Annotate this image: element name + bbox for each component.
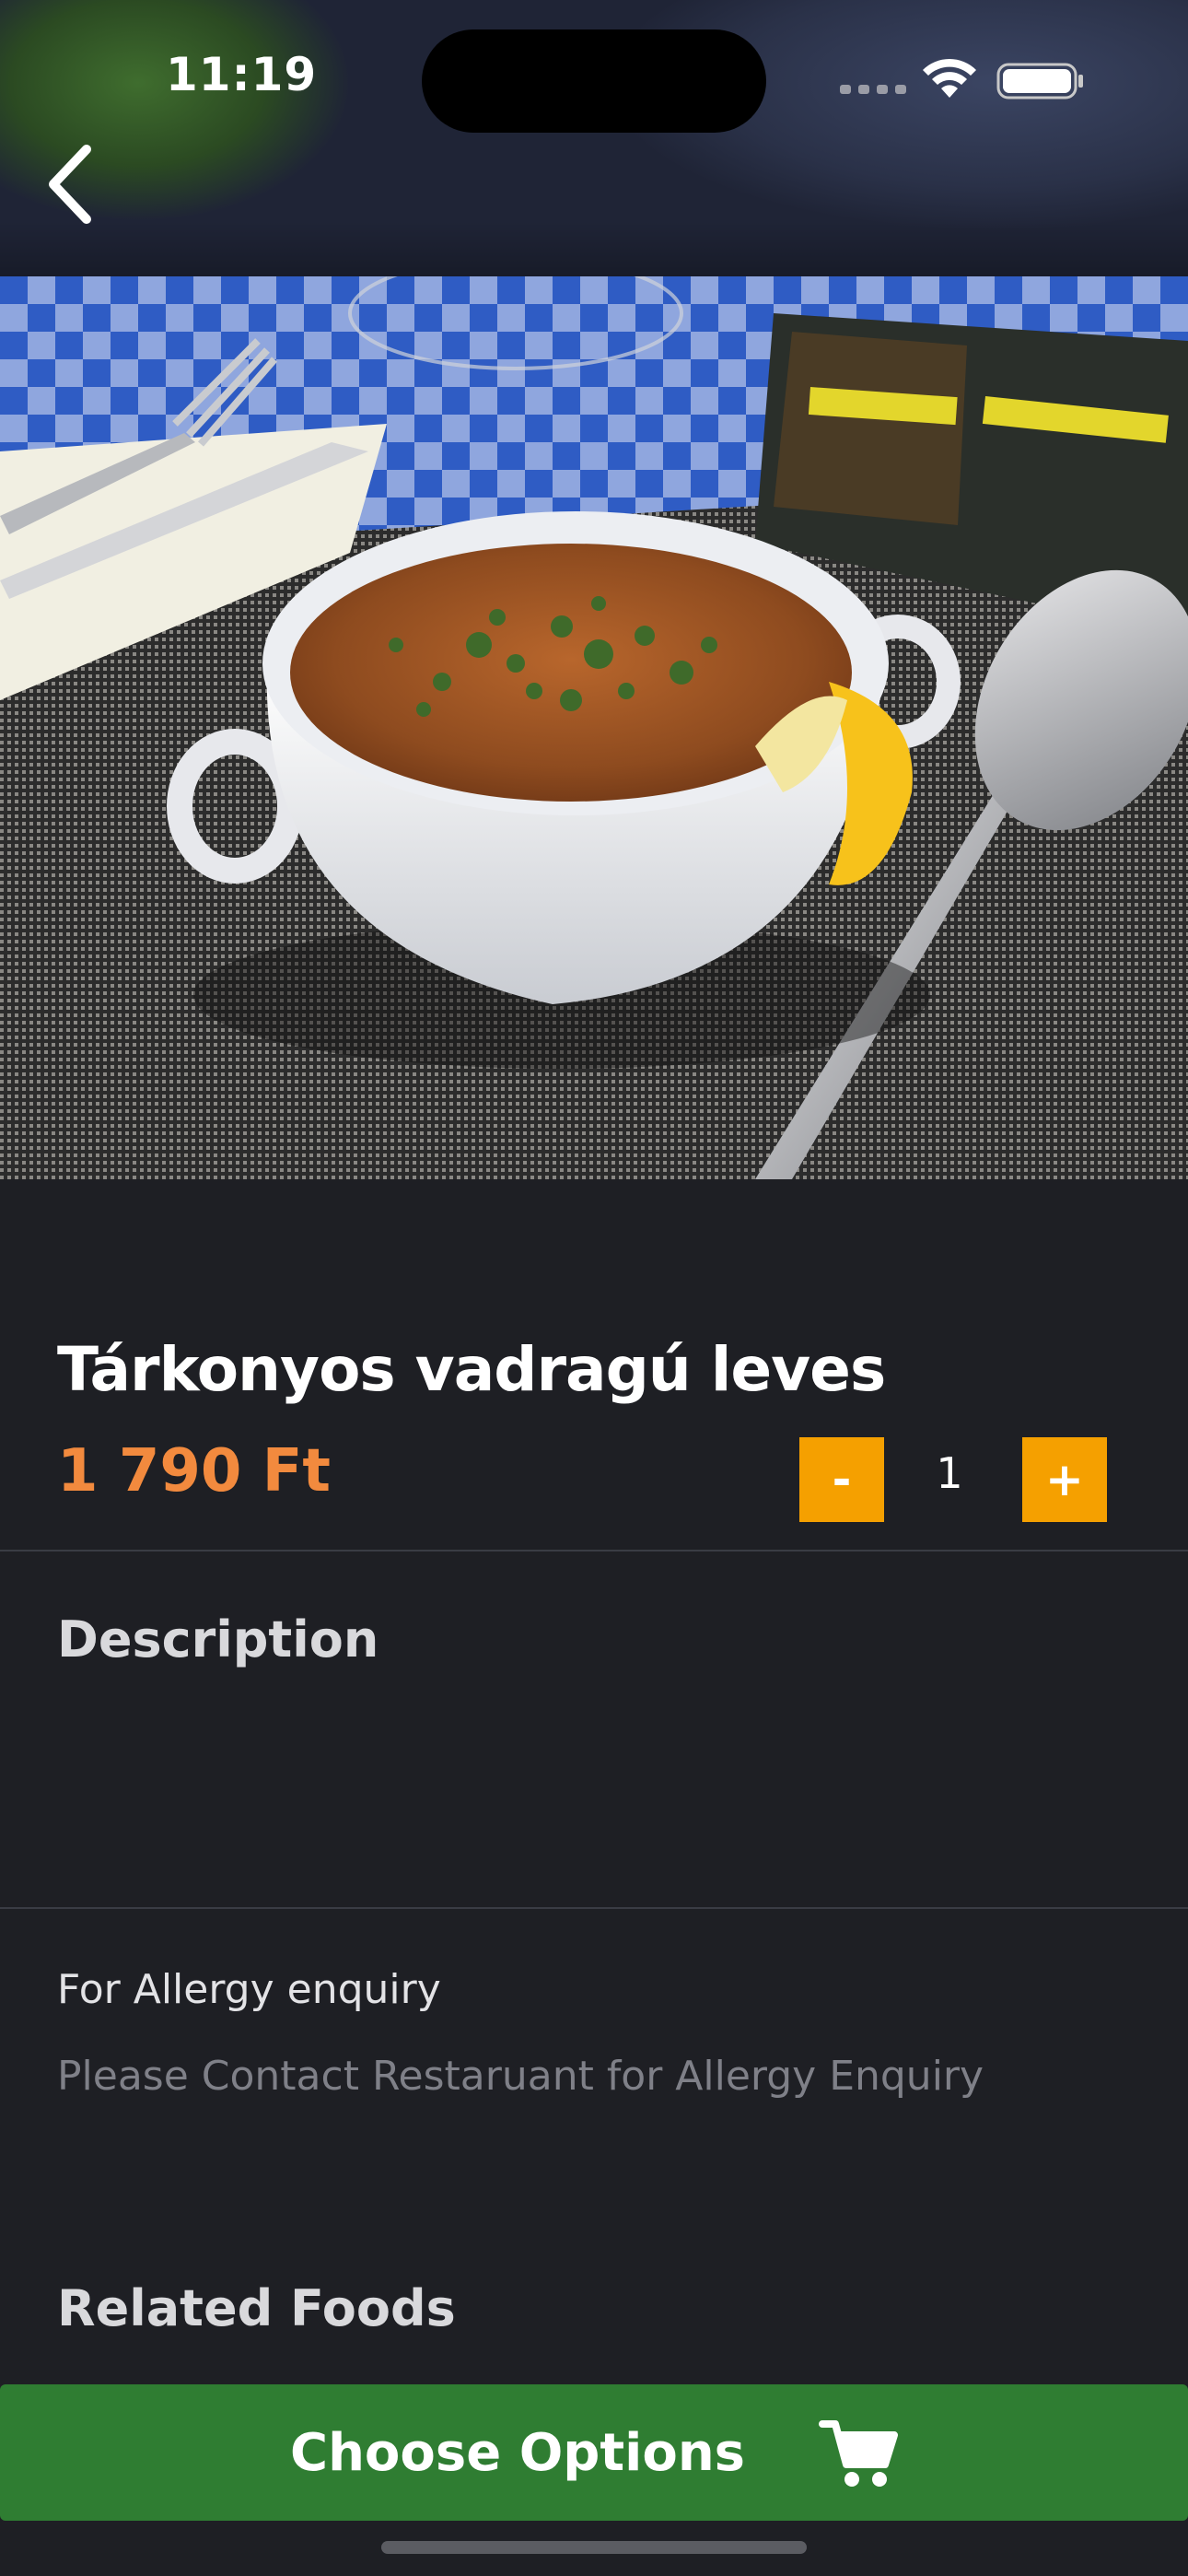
description-heading: Description (57, 1610, 379, 1669)
divider (0, 1550, 1188, 1551)
home-indicator (381, 2541, 807, 2554)
quantity-increment-button[interactable]: + (1022, 1437, 1107, 1522)
battery-icon (996, 63, 1083, 100)
related-foods-heading: Related Foods (57, 2279, 456, 2337)
dynamic-island (422, 29, 766, 133)
back-button[interactable] (33, 138, 107, 230)
divider (0, 1907, 1188, 1909)
allergy-label: For Allergy enquiry (57, 1966, 441, 2013)
product-detail-screen: 11:19 Tárkonyos vadragú leves 1 790 Ft -… (0, 0, 1188, 2576)
food-image (0, 276, 1188, 1179)
cellular-signal-icon (840, 85, 906, 94)
cart-icon (819, 2420, 899, 2487)
product-title: Tárkonyos vadragú leves (57, 1334, 886, 1405)
chevron-left-icon (49, 145, 91, 224)
wifi-icon (923, 58, 976, 98)
choose-options-button[interactable]: Choose Options (0, 2384, 1188, 2521)
choose-options-label: Choose Options (289, 2422, 746, 2483)
food-photo-illustration (0, 276, 1188, 1179)
product-price: 1 790 Ft (57, 1437, 331, 1505)
status-time: 11:19 (166, 48, 318, 101)
quantity-value: 1 (936, 1448, 963, 1498)
quantity-decrement-button[interactable]: - (799, 1437, 884, 1522)
allergy-text: Please Contact Restaruant for Allergy En… (57, 2053, 984, 2100)
